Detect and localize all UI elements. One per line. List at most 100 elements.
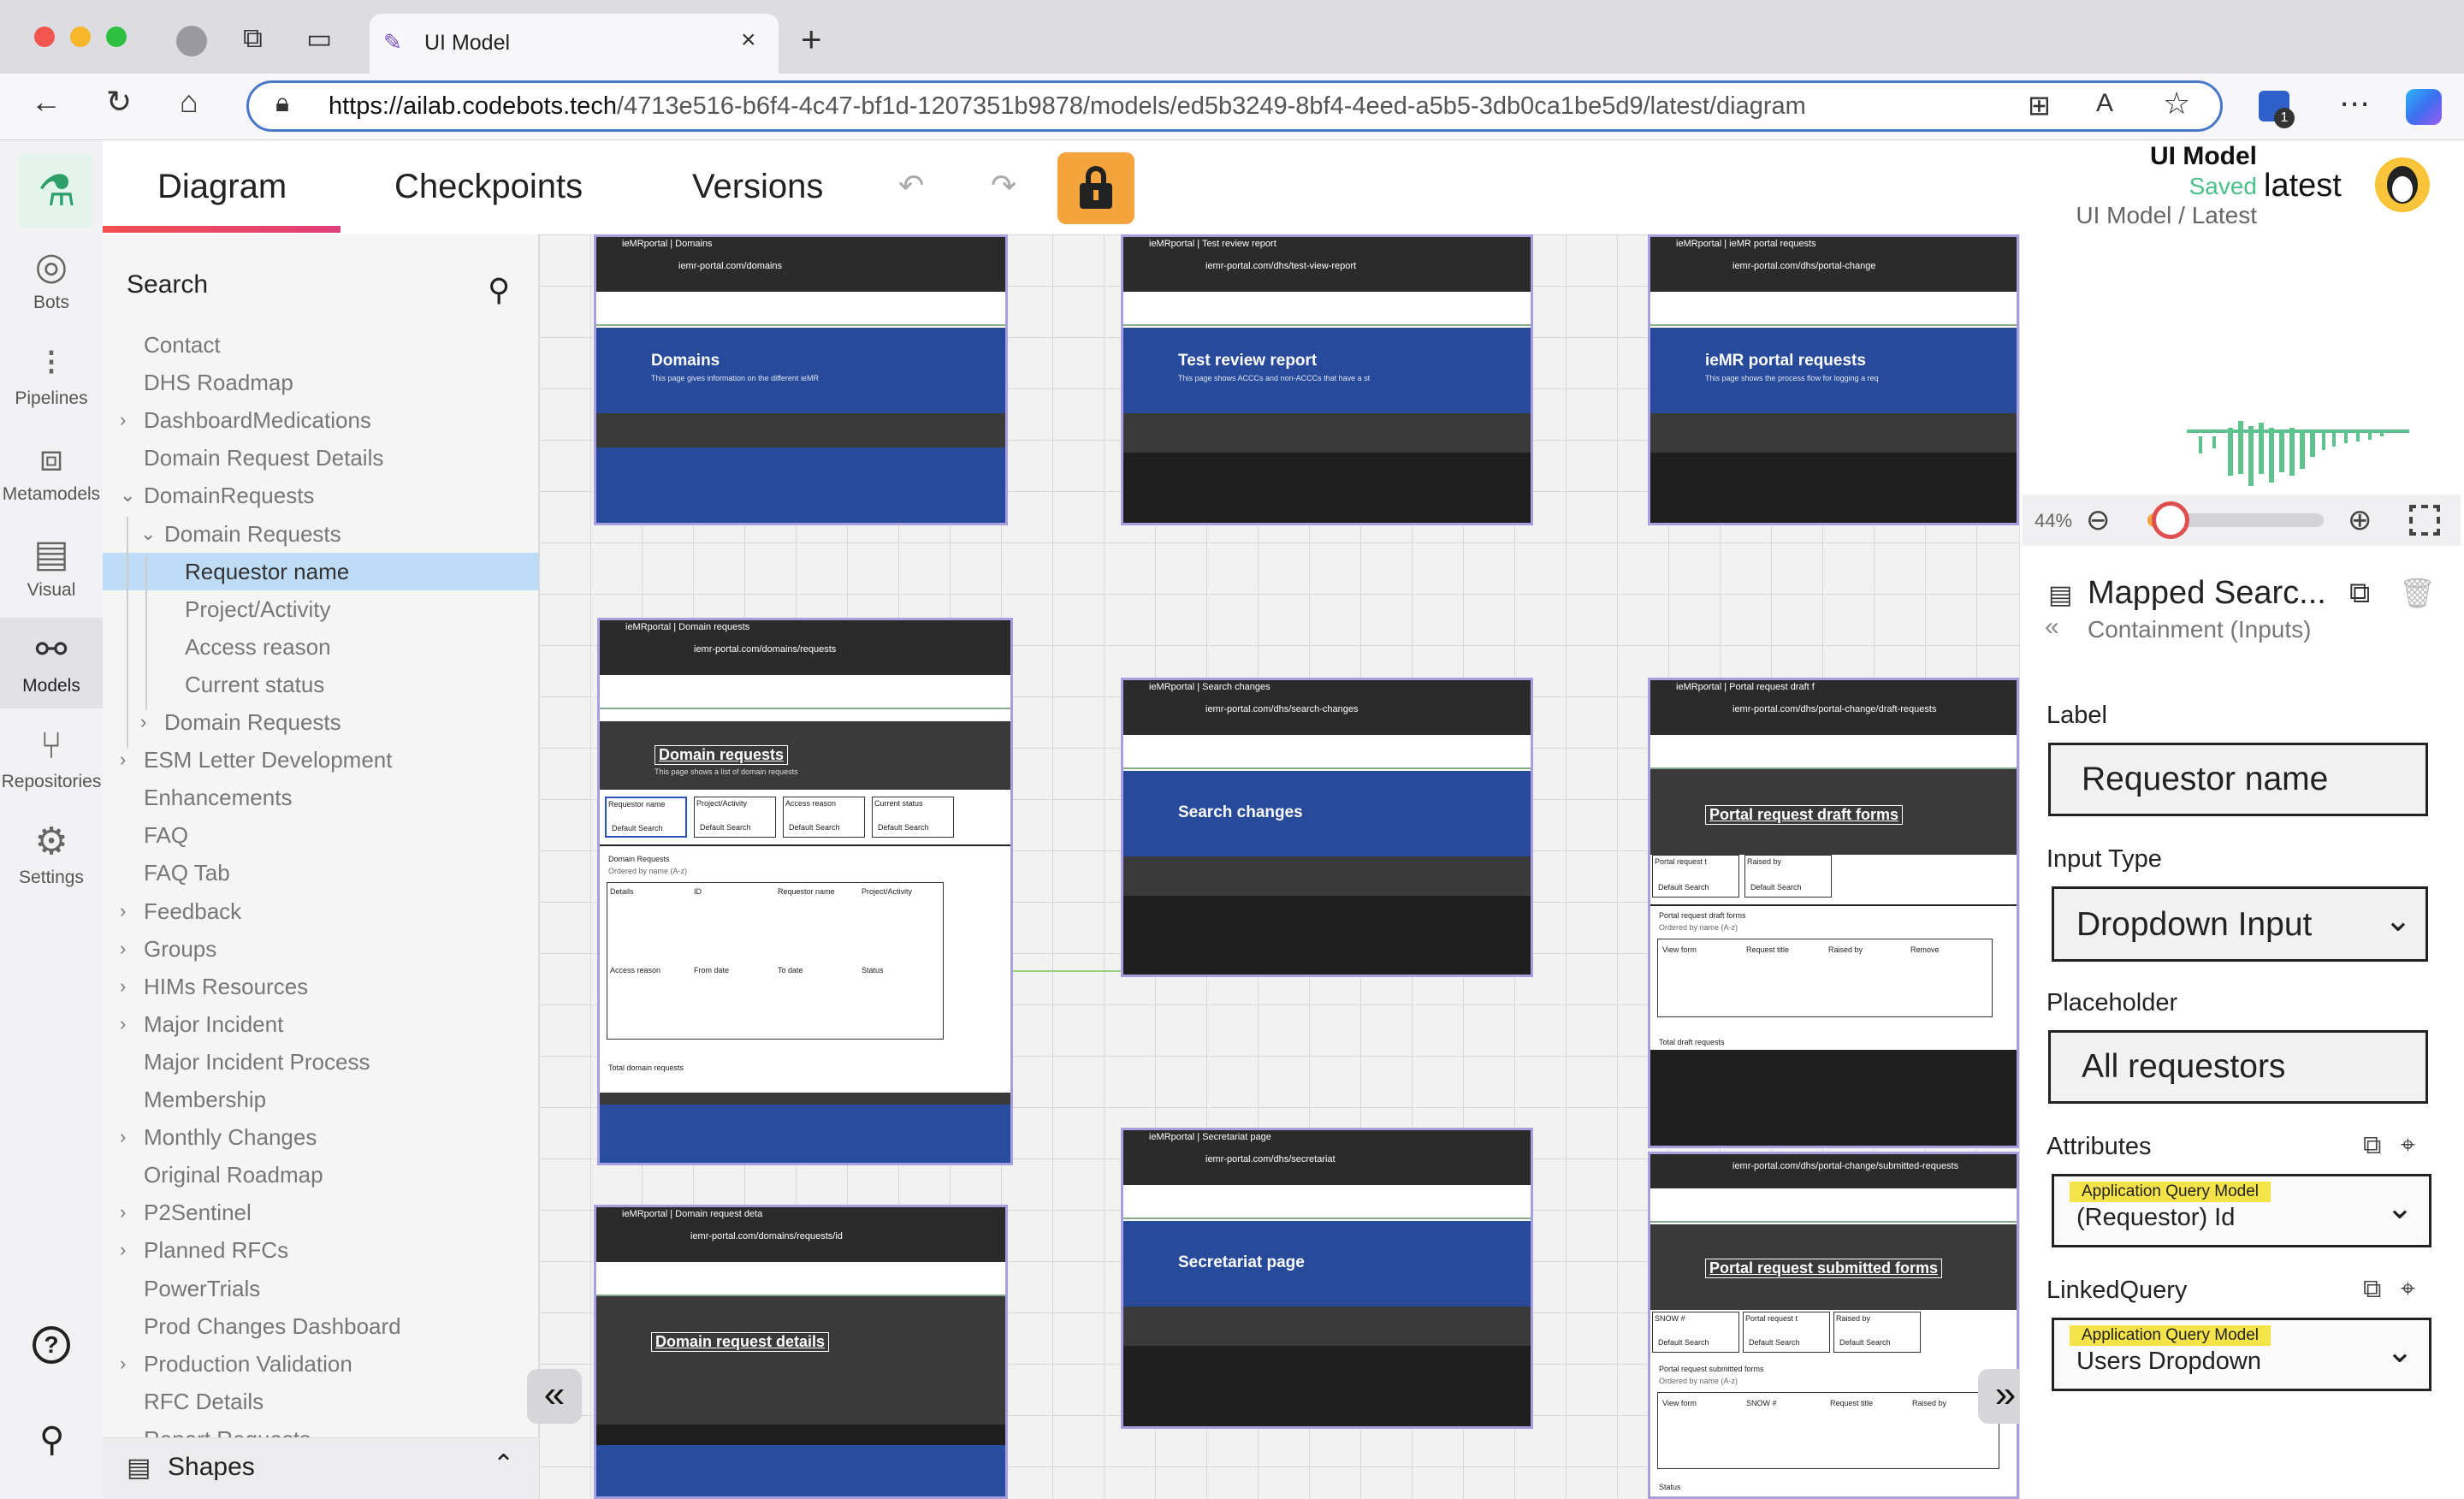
copilot-icon[interactable] [2406,89,2442,125]
maximize-window-icon[interactable] [106,27,127,47]
tree-item[interactable]: P2Sentinel [144,1200,252,1226]
tree-item[interactable]: Planned RFCs [144,1237,288,1264]
screen-portal-request-draft-forms[interactable]: ieMRportal | Portal request draft f iemr… [1648,678,2019,1148]
linked-query-select[interactable]: Application Query Model Users Dropdown ⌄ [2052,1318,2431,1391]
sidebar-toggle-icon[interactable]: ▭ [306,22,332,55]
tree-item[interactable]: FAQ Tab [144,860,230,886]
tree-item[interactable]: Prod Changes Dashboard [144,1313,401,1340]
redo-icon[interactable]: ↷ [991,168,1016,204]
chevron-right-icon[interactable]: › [120,1353,126,1375]
minimap[interactable] [2023,238,2461,495]
tree-item[interactable]: Major Incident [144,1011,283,1038]
tree-item[interactable]: ESM Letter Development [144,747,392,773]
tree-item[interactable]: RFC Details [144,1389,264,1415]
rail-item-bots[interactable]: ◎ Bots [0,241,103,313]
home-icon[interactable]: ⌂ [180,84,198,120]
chevron-right-icon[interactable]: › [140,711,146,733]
rail-item-visual[interactable]: ▤ Visual [0,529,103,601]
tab-versions[interactable]: Versions [692,168,823,206]
tree-item[interactable]: Contact [144,332,221,358]
target-icon[interactable]: ⌖ [2401,1131,2415,1160]
copy-linked-query-icon[interactable]: ⧉ [2363,1275,2381,1304]
chevron-right-icon[interactable]: › [120,409,126,431]
screen-domains[interactable]: ieMRportal | Domains iemr-portal.com/dom… [594,234,1008,525]
rail-item-models[interactable]: ⚯ Models [0,618,103,708]
tree-item[interactable]: Requestor name [185,559,349,585]
chevron-up-icon[interactable]: ⌃ [493,1449,514,1479]
tree-item[interactable]: Project/Activity [185,596,331,623]
tree-item[interactable]: DHS Roadmap [144,370,293,396]
tree-item[interactable]: Major Incident Process [144,1049,370,1075]
minimize-window-icon[interactable] [70,27,91,47]
read-aloud-icon[interactable]: A [2096,89,2113,118]
tree-item[interactable]: Feedback [144,898,241,925]
search-icon[interactable]: ⚲ [488,272,510,308]
tree-item[interactable]: DashboardMedications [144,407,371,434]
more-menu-icon[interactable]: ⋯ [2339,86,2370,121]
tree-item[interactable]: Enhancements [144,785,292,811]
undo-icon[interactable]: ↶ [898,168,924,204]
placeholder-input[interactable]: All requestors [2048,1030,2428,1104]
screen-domain-request-details[interactable]: ieMRportal | Domain request deta iemr-po… [594,1205,1008,1499]
avatar[interactable] [2375,157,2430,212]
zoom-slider-handle[interactable] [2151,501,2189,539]
screen-iemr-portal-requests[interactable]: ieMRportal | ieMR portal requests iemr-p… [1648,234,2019,525]
fit-to-screen-icon[interactable] [2409,505,2440,536]
back-icon[interactable]: ← [31,84,62,120]
tree-item[interactable]: Groups [144,936,216,963]
tree-item[interactable]: DomainRequests [144,483,314,509]
back-chevron-icon[interactable]: « [2045,613,2059,642]
screen-portal-request-submitted-forms[interactable]: iemr-portal.com/dhs/portal-change/submit… [1648,1152,2019,1499]
lock-button[interactable] [1057,152,1134,224]
apps-icon[interactable]: ⊞ [2028,89,2051,121]
screen-domain-requests[interactable]: ieMRportal | Domain requests iemr-portal… [597,618,1013,1165]
zoom-in-icon[interactable]: ⊕ [2348,503,2372,537]
tree-item[interactable]: PowerTrials [144,1276,260,1302]
reload-icon[interactable]: ↻ [106,84,132,120]
chevron-right-icon[interactable]: › [120,749,126,771]
chevron-right-icon[interactable]: › [120,1013,126,1035]
chevron-down-icon[interactable]: ⌄ [120,484,135,507]
tree-item[interactable]: Access reason [185,634,331,661]
copy-icon[interactable]: ⧉ [2349,577,2370,610]
favorite-star-icon[interactable]: ☆ [2163,86,2190,121]
help-icon[interactable]: ? [33,1326,70,1364]
delete-icon[interactable]: 🗑︎ [2399,577,2436,611]
label-input[interactable]: Requestor name [2048,743,2428,816]
tree-item[interactable]: Original Roadmap [144,1162,323,1188]
tree-item[interactable]: Current status [185,672,324,698]
search-input[interactable]: Search [127,270,208,299]
version-label[interactable]: latest [2264,168,2342,204]
rail-item-settings[interactable]: ⚙ Settings [0,816,103,888]
input-type-select[interactable]: Dropdown Input ⌄ [2052,886,2428,962]
chevron-down-icon[interactable]: ⌄ [140,523,156,545]
attributes-select[interactable]: Application Query Model (Requestor) Id ⌄ [2052,1174,2431,1247]
chevron-right-icon[interactable]: › [120,1201,126,1223]
chevron-right-icon[interactable]: › [120,1126,126,1148]
profile-icon[interactable] [176,26,207,56]
tree-item[interactable]: Production Validation [144,1351,352,1378]
screen-search-changes[interactable]: ieMRportal | Search changes iemr-portal.… [1121,678,1533,977]
chevron-right-icon[interactable]: › [120,1239,126,1261]
new-tab-icon[interactable]: + [801,19,822,60]
collapse-left-button[interactable]: « [527,1369,582,1424]
user-account-icon[interactable]: ⚲ [39,1420,64,1460]
chevron-right-icon[interactable]: › [120,975,126,998]
screen-secretariat-page[interactable]: ieMRportal | Secretariat page iemr-porta… [1121,1128,1533,1429]
screen-test-review-report[interactable]: ieMRportal | Test review report iemr-por… [1121,234,1533,525]
rail-item-pipelines[interactable]: ⁝ Pipelines [0,337,103,409]
tab-checkpoints[interactable]: Checkpoints [394,168,583,206]
codebots-logo[interactable]: ⚗ [19,154,92,228]
tree-item[interactable]: HIMs Resources [144,974,308,1000]
copy-attribute-icon[interactable]: ⧉ [2363,1131,2381,1160]
tree-item[interactable]: Domain Requests [164,709,341,736]
chevron-right-icon[interactable]: › [120,900,126,922]
target-icon[interactable]: ⌖ [2401,1275,2415,1304]
close-tab-icon[interactable]: × [741,26,756,55]
lock-icon[interactable]: 🔒︎ [275,89,289,118]
collections-icon[interactable]: ⧉ [243,22,263,55]
zoom-out-icon[interactable]: ⊖ [2086,503,2111,537]
tab-diagram[interactable]: Diagram [157,168,287,206]
tree-item[interactable]: Monthly Changes [144,1124,317,1151]
chevron-right-icon[interactable]: › [120,938,126,960]
